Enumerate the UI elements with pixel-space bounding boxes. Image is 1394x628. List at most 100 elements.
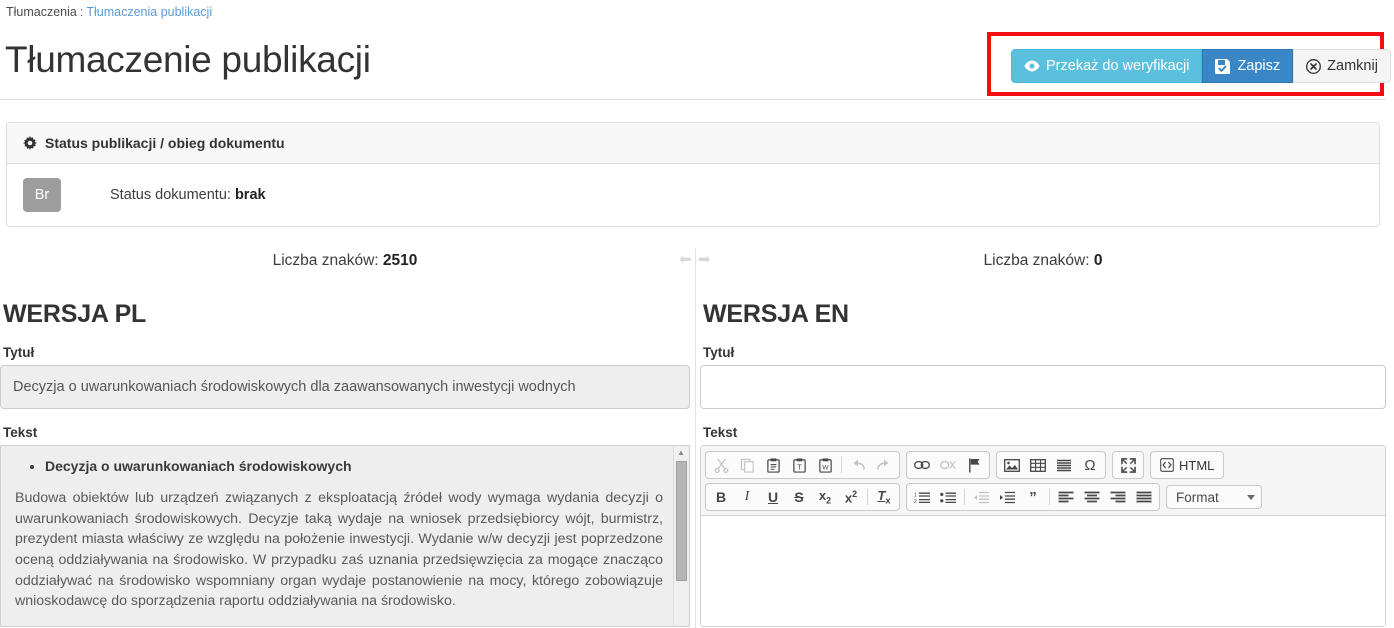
translation-page: Tłumaczenia: Tłumaczenia publikacji Tłuma… [0, 0, 1394, 628]
link-icon[interactable] [909, 453, 935, 477]
close-button[interactable]: Zamknij [1293, 49, 1391, 83]
save-label: Zapisz [1237, 58, 1281, 74]
format-dropdown[interactable]: Format [1166, 485, 1262, 509]
paste-text-icon[interactable]: T [786, 453, 812, 477]
left-character-count-value: 2510 [382, 252, 418, 269]
action-button-group: Przekaż do weryfikacji Zapisz Zamknij [1011, 49, 1391, 83]
status-panel-heading-label: Status publikacji / obieg dokumentu [45, 135, 285, 151]
source-html-icon [1160, 458, 1174, 472]
breadcrumb-separator: : [79, 5, 84, 19]
status-panel-heading: Status publikacji / obieg dokumentu [7, 123, 1379, 164]
toolbar-separator [1049, 489, 1050, 505]
left-character-count-label: Liczba znaków: [272, 252, 379, 269]
right-character-count: Liczba znaków: 0 [700, 240, 1386, 278]
source-html-button[interactable]: HTML [1153, 453, 1221, 477]
strikethrough-icon[interactable]: S [786, 485, 812, 509]
eye-icon [1024, 60, 1040, 72]
undo-icon[interactable] [845, 453, 871, 477]
submit-for-verification-label: Przekaż do weryfikacji [1046, 58, 1190, 74]
save-icon [1215, 58, 1231, 74]
left-title-input[interactable] [0, 365, 690, 409]
svg-text:W: W [822, 464, 829, 471]
blockquote-icon[interactable]: ” [1020, 485, 1046, 509]
cut-icon[interactable] [708, 453, 734, 477]
editor-content-area[interactable] [701, 516, 1385, 626]
target-version-column: Liczba znaków: 0 WERSJA EN Tytuł Tekst T… [700, 240, 1386, 627]
gear-icon [23, 136, 37, 150]
svg-text:2: 2 [914, 499, 917, 504]
align-justify-icon[interactable] [1131, 485, 1157, 509]
editor-toolbar-row-1: T W Ω HTML [705, 451, 1381, 479]
format-dropdown-label: Format [1176, 489, 1219, 505]
subscript-icon[interactable]: x2 [812, 485, 838, 509]
svg-text:T: T [797, 462, 802, 471]
submit-for-verification-button[interactable]: Przekaż do weryfikacji [1011, 49, 1203, 83]
status-panel: Status publikacji / obieg dokumentu Br S… [6, 122, 1380, 227]
right-character-count-label: Liczba znaków: [983, 252, 1090, 269]
toolbar-separator [867, 489, 868, 505]
status-document-label: Status dokumentu: [110, 187, 231, 203]
right-title-input[interactable] [700, 365, 1386, 409]
align-left-icon[interactable] [1053, 485, 1079, 509]
unlink-icon[interactable] [935, 453, 961, 477]
toolbar-separator [841, 457, 842, 473]
copy-icon[interactable] [734, 453, 760, 477]
paste-icon[interactable] [760, 453, 786, 477]
left-content-bullet-item: Decyzja o uwarunkowaniach środowiskowych [45, 456, 663, 476]
align-center-icon[interactable] [1079, 485, 1105, 509]
underline-icon[interactable]: U [760, 485, 786, 509]
left-character-count: Liczba znaków: 2510 [0, 240, 690, 278]
remove-format-icon[interactable]: Tx [871, 485, 897, 509]
left-text-scrollbar[interactable]: ▲ [673, 447, 688, 625]
table-icon[interactable] [1025, 453, 1051, 477]
numbered-list-icon[interactable]: 12 [909, 485, 935, 509]
image-icon[interactable] [999, 453, 1025, 477]
special-char-icon[interactable]: Ω [1077, 453, 1103, 477]
rich-text-editor: T W Ω HTML B I U S x2 x2 Tx 1 2 ” Format [700, 445, 1386, 627]
anchor-flag-icon[interactable] [961, 453, 987, 477]
status-document-value: brak [234, 187, 266, 203]
status-document-row: Status dokumentu: brak [110, 187, 266, 203]
action-buttons-highlight: Przekaż do weryfikacji Zapisz Zamknij [987, 32, 1391, 96]
save-button[interactable]: Zapisz [1202, 49, 1294, 83]
basic-styles-toolbar-group: B I U S x2 x2 Tx [705, 483, 900, 511]
left-title-label: Tytuł [3, 345, 35, 360]
link-toolbar-group [906, 451, 990, 479]
svg-text:1: 1 [914, 492, 917, 498]
status-badge: Br [23, 178, 61, 212]
clipboard-toolbar-group: T W [705, 451, 900, 479]
scroll-up-icon[interactable]: ▲ [674, 447, 688, 459]
breadcrumb-current-link[interactable]: Tłumaczenia publikacji [86, 5, 212, 19]
breadcrumb-root: Tłumaczenia [6, 5, 77, 19]
indent-icon[interactable] [994, 485, 1020, 509]
toolbar-separator [964, 489, 965, 505]
status-panel-body: Br Status dokumentu: brak [7, 164, 1379, 226]
bulleted-list-icon[interactable] [935, 485, 961, 509]
chevron-down-icon [1247, 494, 1255, 500]
superscript-icon[interactable]: x2 [838, 485, 864, 509]
editor-toolbar-row-2: B I U S x2 x2 Tx 12 ” Format [705, 483, 1381, 511]
left-text-inner: Decyzja o uwarunkowaniach środowiskowych… [1, 446, 689, 626]
scrollbar-thumb[interactable] [676, 461, 687, 581]
italic-icon[interactable]: I [734, 485, 760, 509]
source-version-column: Liczba znaków: 2510 WERSJA PL Tytuł Teks… [0, 240, 690, 627]
left-text-label: Tekst [3, 425, 38, 440]
align-right-icon[interactable] [1105, 485, 1131, 509]
breadcrumb: Tłumaczenia: Tłumaczenia publikacji [6, 5, 212, 19]
source-html-label: HTML [1179, 457, 1215, 473]
maximize-icon[interactable] [1115, 453, 1141, 477]
right-title-label: Tytuł [703, 345, 735, 360]
left-version-title: WERSJA PL [3, 300, 147, 328]
horizontal-rule-icon[interactable] [1051, 453, 1077, 477]
paragraph-toolbar-group: 12 ” [906, 483, 1160, 511]
page-title: Tłumaczenie publikacji [5, 39, 371, 80]
right-character-count-value: 0 [1093, 252, 1103, 269]
paste-word-icon[interactable]: W [812, 453, 838, 477]
redo-icon[interactable] [871, 453, 897, 477]
left-content-bullet-list: Decyzja o uwarunkowaniach środowiskowych [15, 456, 663, 476]
bold-icon[interactable]: B [708, 485, 734, 509]
left-content-paragraph-2: Do wniosku o wydanie wspomnianej decyzji… [15, 625, 663, 626]
close-label: Zamknij [1327, 58, 1378, 74]
insert-toolbar-group: Ω [996, 451, 1106, 479]
outdent-icon[interactable] [968, 485, 994, 509]
